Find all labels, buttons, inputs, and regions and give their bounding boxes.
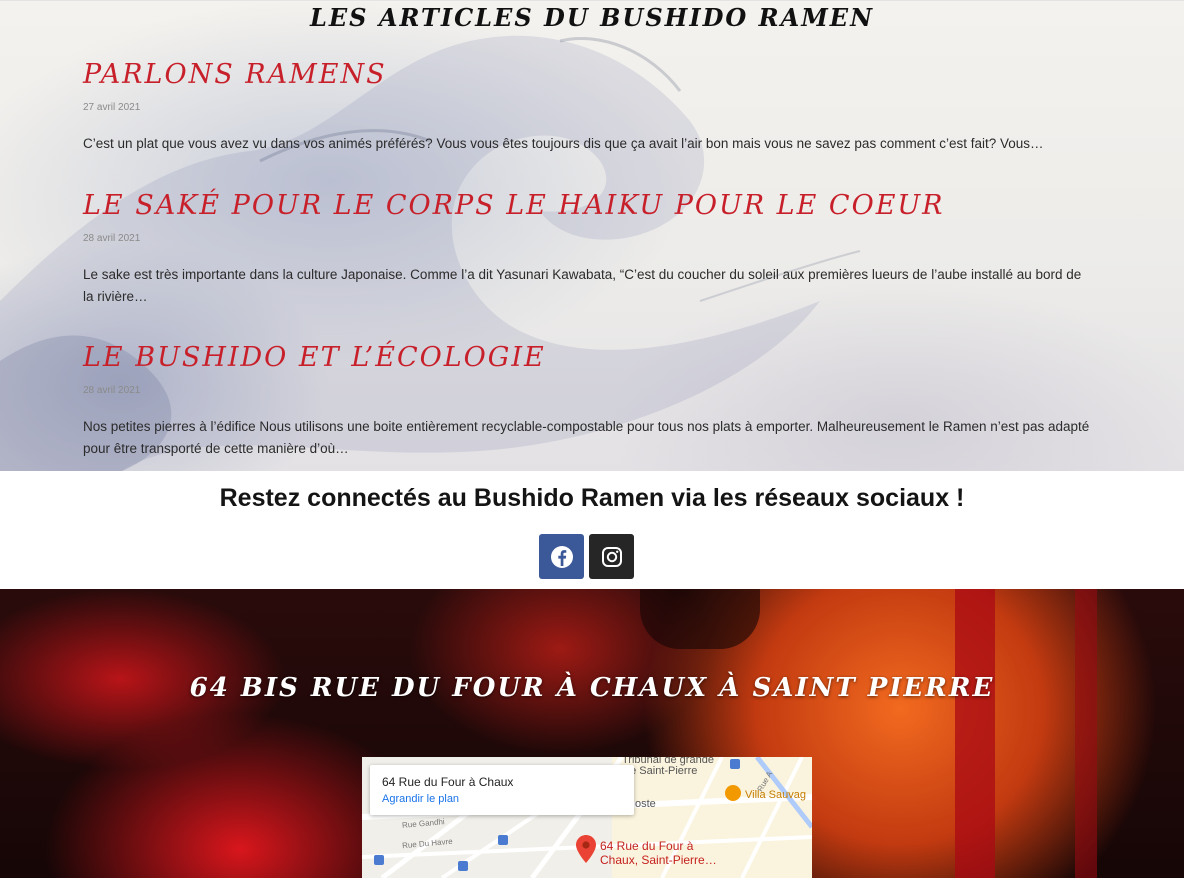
social-heading: Restez connectés au Bushido Ramen via le… (219, 484, 965, 512)
instagram-button[interactable] (589, 534, 634, 579)
articles-section: Les articles du Bushido Ramen Parlons Ra… (0, 0, 1184, 471)
articles-section-title: Les articles du Bushido Ramen (309, 3, 875, 32)
map-place-label: Villa Sauvag (745, 789, 806, 801)
article-date: 28 avril 2021 (83, 233, 141, 244)
article-card: Le Bushido et l’écologie 28 avril 2021 N… (83, 342, 1093, 460)
article-title-link[interactable]: Le saké pour le corps le haiku pour le c… (83, 190, 1093, 221)
map-place-label: oste (635, 798, 656, 810)
article-date: 27 avril 2021 (83, 102, 141, 113)
address-section: 64 Bis rue du four à chaux à Saint Pierr… (0, 589, 1184, 878)
lantern-decoration (955, 589, 995, 878)
google-map[interactable]: Tribunal de grande de Saint-Pierre Villa… (362, 757, 812, 878)
map-place-label: de Saint-Pierre (624, 765, 698, 777)
map-pin-label-line: Chaux, Saint-Pierre… (600, 853, 717, 867)
article-excerpt: Le sake est très importante dans la cult… (83, 267, 1082, 304)
instagram-icon (601, 546, 622, 567)
facebook-button[interactable] (539, 534, 584, 579)
article-card: Le saké pour le corps le haiku pour le c… (83, 190, 1093, 308)
article-title-link[interactable]: Parlons Ramens (83, 59, 1093, 90)
map-pin-label-line: 64 Rue du Four à (600, 839, 694, 853)
social-section: Restez connectés au Bushido Ramen via le… (0, 471, 1184, 589)
lantern-decoration (1075, 589, 1097, 878)
article-excerpt: Nos petites pierres à l’édifice Nous uti… (83, 419, 1090, 456)
map-card-title: 64 Rue du Four à Chaux (382, 775, 514, 789)
facebook-icon (550, 545, 573, 568)
lantern-decoration (640, 589, 760, 649)
article-title-link[interactable]: Le Bushido et l’écologie (83, 342, 1093, 373)
map-pin-label: 64 Rue du Four à Chaux, Saint-Pierre… (600, 839, 717, 867)
address-title: 64 Bis rue du four à chaux à Saint Pierr… (189, 673, 995, 703)
article-date: 28 avril 2021 (83, 385, 141, 396)
map-info-card: 64 Rue du Four à Chaux Agrandir le plan (370, 765, 634, 815)
map-pin-icon[interactable] (576, 835, 596, 863)
enlarge-map-link[interactable]: Agrandir le plan (382, 793, 622, 805)
article-card: Parlons Ramens 27 avril 2021 C’est un pl… (83, 59, 1093, 155)
article-excerpt: C’est un plat que vous avez vu dans vos … (83, 136, 1044, 151)
